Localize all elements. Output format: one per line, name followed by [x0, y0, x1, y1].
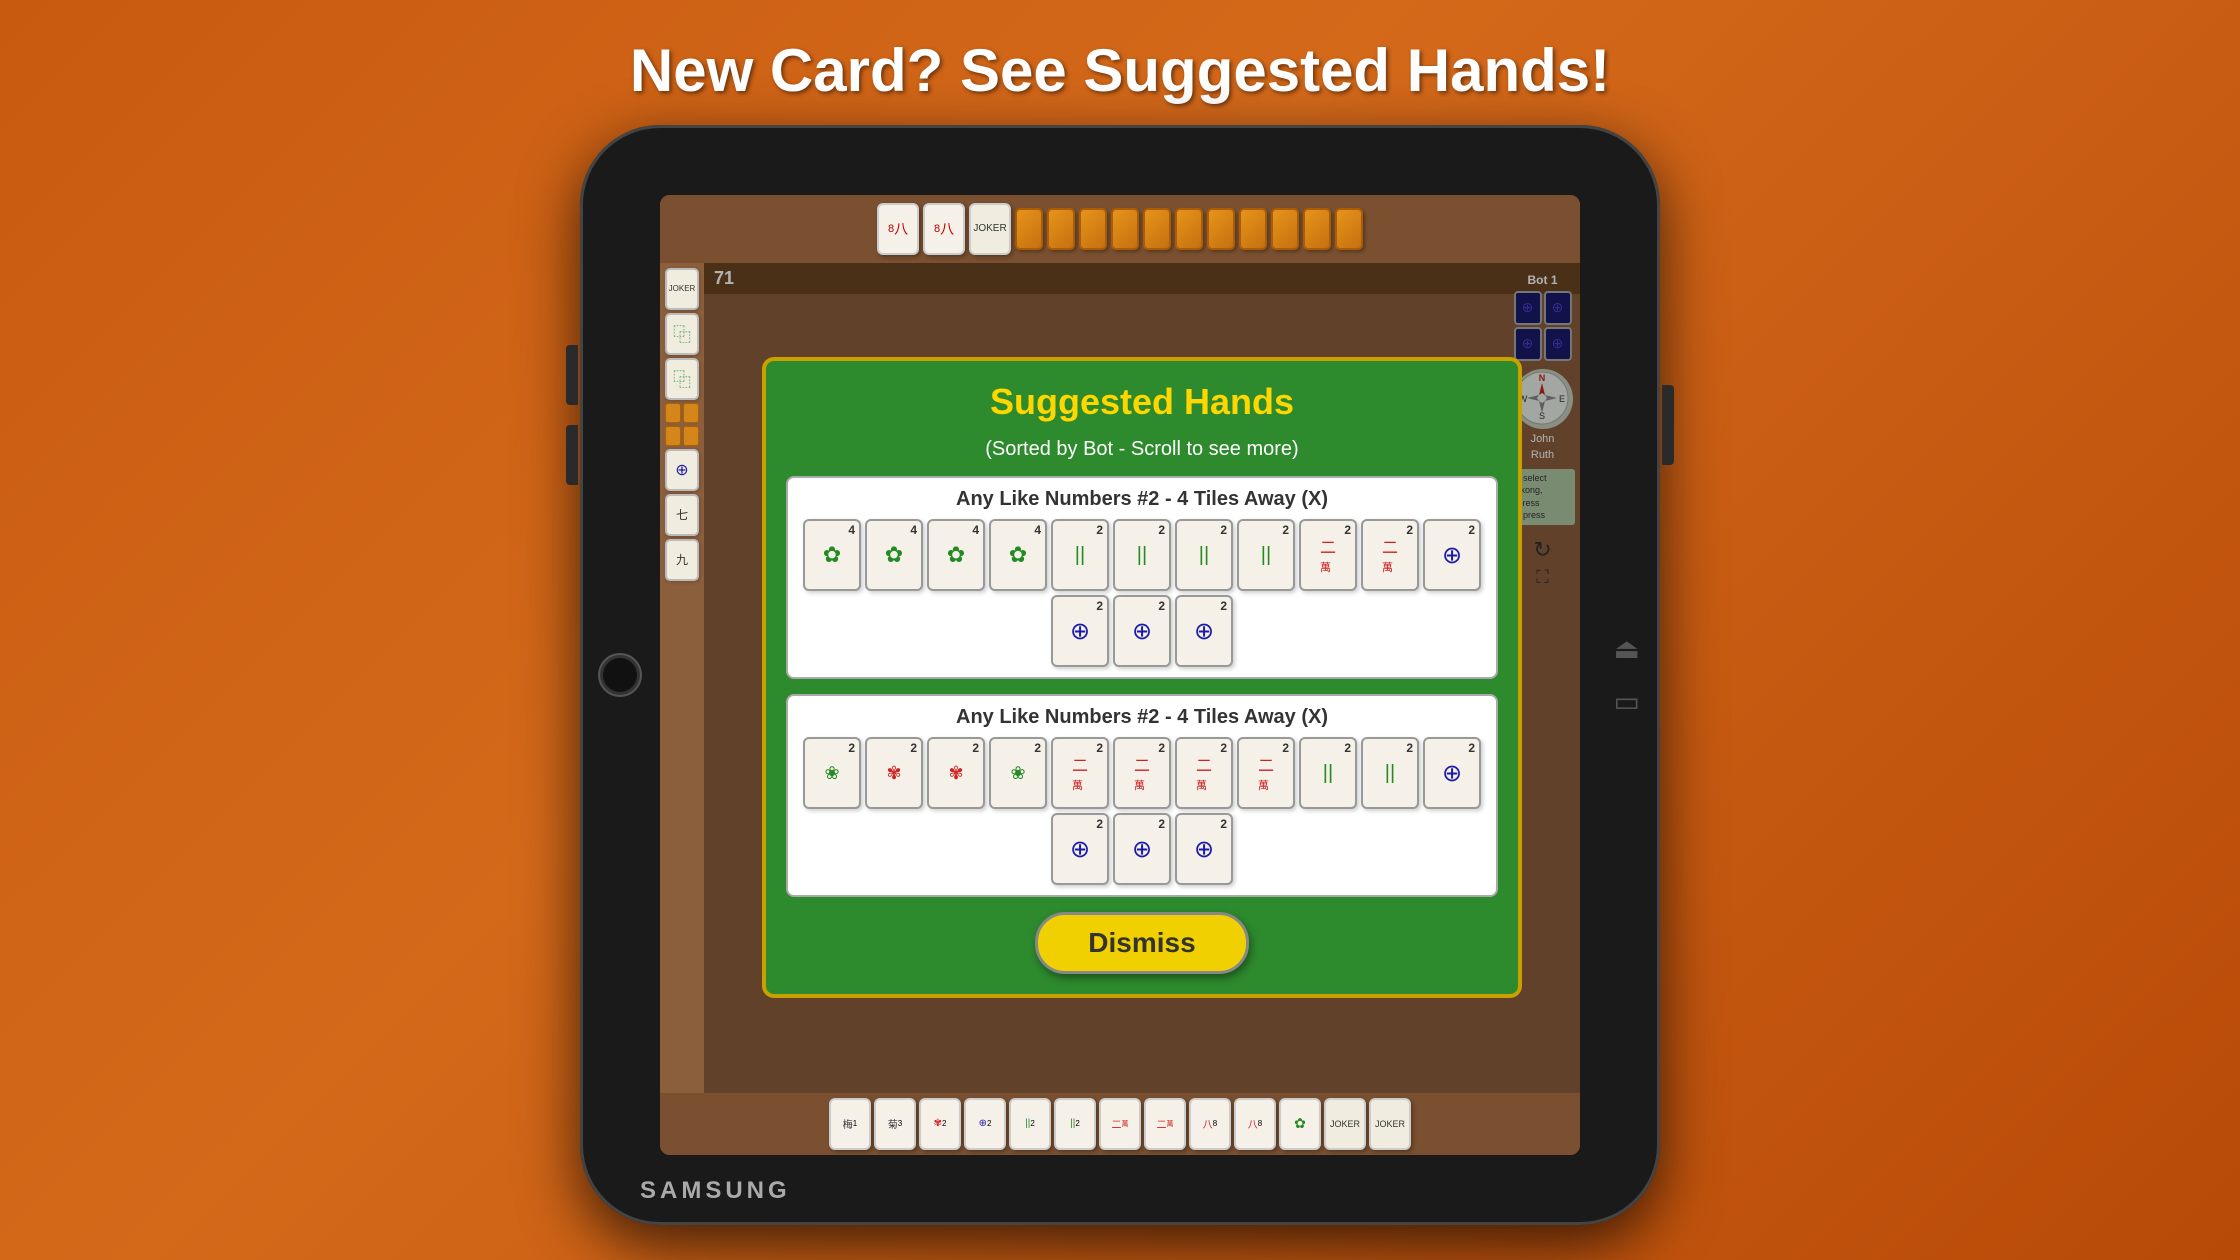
hand1-tile-11[interactable]: 2 ⊕ — [1423, 519, 1481, 591]
hand-section-1: Any Like Numbers #2 - 4 Tiles Away (X) 4… — [786, 476, 1498, 679]
btile-joker2[interactable]: JOKER — [1369, 1098, 1411, 1150]
btile-wan8a[interactable]: 八 8 — [1189, 1098, 1231, 1150]
modal-title: Suggested Hands — [990, 381, 1294, 423]
hand2-tile-9[interactable]: 2 || — [1299, 737, 1357, 809]
tile-top-1[interactable]: 8 八 — [877, 203, 919, 255]
volume-up-button[interactable] — [566, 345, 578, 405]
hand1-tile-10[interactable]: 2 二萬 — [1361, 519, 1419, 591]
modal-overlay: Suggested Hands (Sorted by Bot - Scroll … — [704, 263, 1580, 1093]
left-tile-wan[interactable]: 七 — [665, 494, 699, 536]
wall-tile-9 — [1271, 208, 1299, 250]
hand1-tile-12[interactable]: 2 ⊕ — [1051, 595, 1109, 667]
btile-wan2a[interactable]: 二 萬 — [1099, 1098, 1141, 1150]
left-tile-circle[interactable]: ⊕ — [665, 449, 699, 491]
left-tile-bamboo2[interactable]: ⿻ — [665, 358, 699, 400]
hand2-tiles: 2 ❀ 2 ✾ 2 ✾ — [798, 737, 1486, 885]
hand1-tile-3[interactable]: 4 ✿ — [927, 519, 985, 591]
hand1-tiles: 4 ✿ 4 ✿ 4 ✿ — [798, 519, 1486, 667]
btile-bamboo-flower[interactable]: ✿ — [1279, 1098, 1321, 1150]
camera-icon — [600, 655, 640, 695]
phone-frame: SAMSUNG ⏏ ▭ 8 八 8 八 JOKER — [580, 125, 1660, 1225]
left-tile-wan2[interactable]: 九 — [665, 539, 699, 581]
wall-tile-4 — [1111, 208, 1139, 250]
hand1-tile-5[interactable]: 2 || — [1051, 519, 1109, 591]
hand2-tile-4[interactable]: 2 ❀ — [989, 737, 1047, 809]
wall-tile-8 — [1239, 208, 1267, 250]
wall-tile-7 — [1207, 208, 1235, 250]
hand2-tile-10[interactable]: 2 || — [1361, 737, 1419, 809]
hand2-tile-2[interactable]: 2 ✾ — [865, 737, 923, 809]
wall-tile-1 — [1015, 208, 1043, 250]
btile-wan8b[interactable]: 八 8 — [1234, 1098, 1276, 1150]
btile-bamboo2b[interactable]: || 2 — [1054, 1098, 1096, 1150]
wall-tile-3 — [1079, 208, 1107, 250]
hand1-label: Any Like Numbers #2 - 4 Tiles Away (X) — [798, 488, 1486, 511]
hand1-tile-9[interactable]: 2 二萬 — [1299, 519, 1357, 591]
dismiss-button[interactable]: Dismiss — [1035, 912, 1248, 974]
tile-top-3[interactable]: JOKER — [969, 203, 1011, 255]
hand2-tile-7[interactable]: 2 二萬 — [1175, 737, 1233, 809]
phone-screen: 8 八 8 八 JOKER — [660, 195, 1580, 1155]
hand2-tile-12[interactable]: 2 ⊕ — [1051, 813, 1109, 885]
hand1-tile-1[interactable]: 4 ✿ — [803, 519, 861, 591]
btile-chrysanthemum[interactable]: 菊 3 — [874, 1098, 916, 1150]
hand2-label: Any Like Numbers #2 - 4 Tiles Away (X) — [798, 706, 1486, 729]
power-button[interactable] — [1662, 385, 1674, 465]
top-banner: New Card? See Suggested Hands! — [630, 36, 1610, 105]
btile-wan2b[interactable]: 二 萬 — [1144, 1098, 1186, 1150]
modal-subtitle: (Sorted by Bot - Scroll to see more) — [985, 438, 1298, 461]
suggested-hands-modal: Suggested Hands (Sorted by Bot - Scroll … — [762, 357, 1522, 998]
btile-plum[interactable]: 梅 1 — [829, 1098, 871, 1150]
btile-joker1[interactable]: JOKER — [1324, 1098, 1366, 1150]
hand2-tile-3[interactable]: 2 ✾ — [927, 737, 985, 809]
wall-tile-6 — [1175, 208, 1203, 250]
left-tile-joker[interactable]: JOKER — [665, 268, 699, 310]
back-nav-icon[interactable]: ⏏ — [1614, 632, 1640, 665]
tile-top-2[interactable]: 8 八 — [923, 203, 965, 255]
hand2-tile-11[interactable]: 2 ⊕ — [1423, 737, 1481, 809]
btile-circle2[interactable]: ⊕ 2 — [964, 1098, 1006, 1150]
brand-logo: SAMSUNG — [640, 1177, 791, 1205]
hand1-tile-14[interactable]: 2 ⊕ — [1175, 595, 1233, 667]
hand1-tile-13[interactable]: 2 ⊕ — [1113, 595, 1171, 667]
btile-bamboo2a[interactable]: || 2 — [1009, 1098, 1051, 1150]
hand-section-2: Any Like Numbers #2 - 4 Tiles Away (X) 2… — [786, 694, 1498, 897]
wall-tile-5 — [1143, 208, 1171, 250]
left-tile-bamboo1[interactable]: ⿻ — [665, 313, 699, 355]
phone-nav-buttons: ⏏ ▭ — [1614, 632, 1640, 718]
btile-flower2[interactable]: ✾ 2 — [919, 1098, 961, 1150]
hand1-tile-7[interactable]: 2 || — [1175, 519, 1233, 591]
hand2-tile-1[interactable]: 2 ❀ — [803, 737, 861, 809]
volume-down-button[interactable] — [566, 425, 578, 485]
left-tile-column: JOKER ⿻ ⿻ — [660, 263, 704, 1093]
hand2-tile-5[interactable]: 2 二萬 — [1051, 737, 1109, 809]
center-board: 71 Suggested Hands (Sorted by Bot - Scro… — [704, 263, 1580, 1093]
main-game-area: JOKER ⿻ ⿻ — [660, 263, 1580, 1093]
copy-nav-icon[interactable]: ▭ — [1614, 685, 1640, 718]
top-tile-row: 8 八 8 八 JOKER — [660, 195, 1580, 263]
hand2-tile-6[interactable]: 2 二萬 — [1113, 737, 1171, 809]
wall-tile-10 — [1303, 208, 1331, 250]
hand1-tile-4[interactable]: 4 ✿ — [989, 519, 1047, 591]
hand1-tile-2[interactable]: 4 ✿ — [865, 519, 923, 591]
hand2-tile-8[interactable]: 2 二萬 — [1237, 737, 1295, 809]
hand2-tile-13[interactable]: 2 ⊕ — [1113, 813, 1171, 885]
wall-tile-11 — [1335, 208, 1363, 250]
wall-tile-2 — [1047, 208, 1075, 250]
game-board: 8 八 8 八 JOKER — [660, 195, 1580, 1155]
hand1-tile-8[interactable]: 2 || — [1237, 519, 1295, 591]
hand1-tile-6[interactable]: 2 || — [1113, 519, 1171, 591]
hand2-tile-14[interactable]: 2 ⊕ — [1175, 813, 1233, 885]
bottom-tile-row: 梅 1 菊 3 ✾ 2 ⊕ 2 || 2 — [660, 1093, 1580, 1155]
